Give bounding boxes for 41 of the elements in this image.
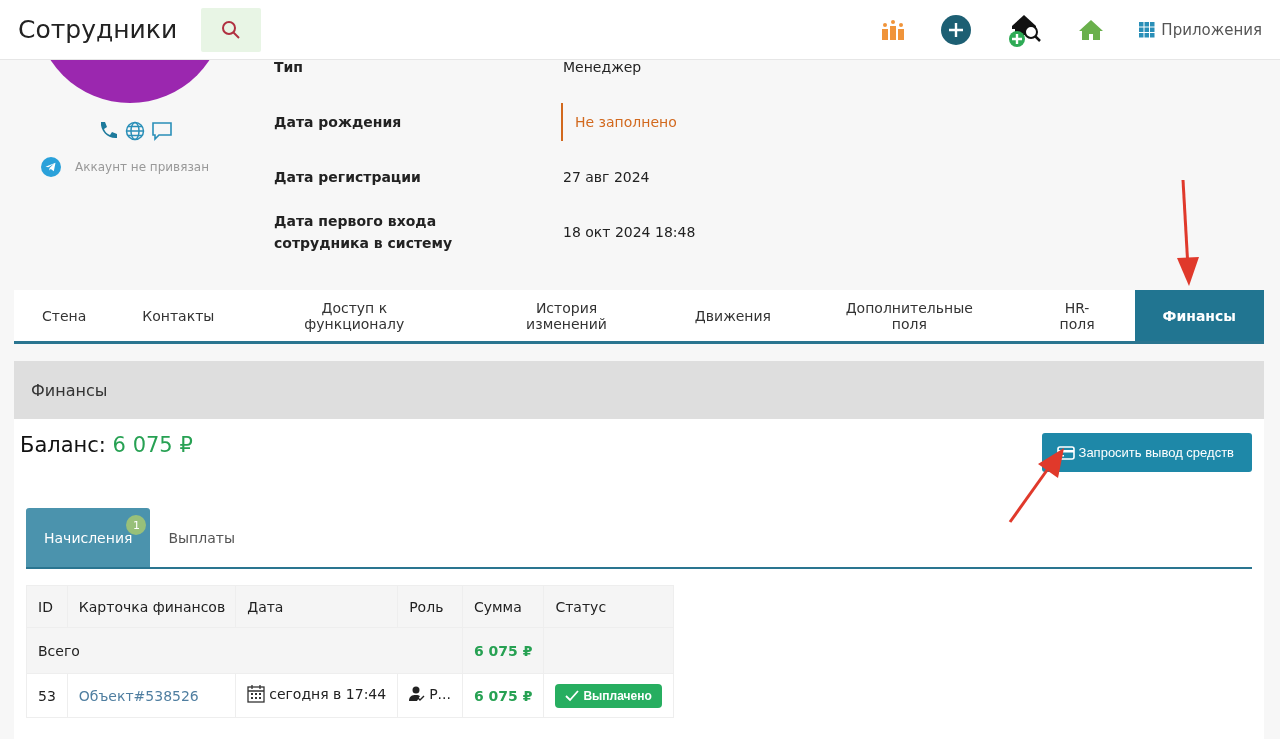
column-header: Карточка финансов	[67, 585, 236, 628]
field-value: Менеджер	[563, 59, 642, 75]
role-text: Р...	[429, 686, 451, 702]
calendar-icon	[247, 685, 266, 703]
telegram-status: Аккаунт не привязан	[75, 160, 209, 174]
column-header: Роль	[397, 585, 463, 628]
column-header: ID	[26, 585, 68, 628]
table-cell: 53	[26, 673, 68, 718]
globe-icon[interactable]	[125, 121, 145, 141]
field-value: Не заполнено	[561, 102, 677, 141]
balance-text: Баланс: 6 075 ₽	[20, 433, 193, 457]
home-icon[interactable]	[1079, 18, 1104, 41]
apps-link[interactable]: Приложения	[1139, 20, 1262, 39]
field-label: Дата первого входа сотрудника в систему	[274, 211, 454, 253]
date-text: сегодня в 17:44	[269, 686, 387, 702]
column-header: Дата	[235, 585, 398, 628]
field-value: 27 авг 2024	[563, 168, 650, 185]
field-label: Дата рождения	[274, 112, 403, 132]
search-button[interactable]	[201, 7, 262, 52]
search-icon	[221, 19, 242, 40]
status-badge: Выплачено	[555, 683, 662, 708]
field-label: Тип	[274, 58, 305, 77]
table-cell: 6 075 ₽	[462, 673, 544, 718]
column-header: Сумма	[462, 585, 544, 628]
telegram-icon	[41, 157, 61, 177]
add-icon[interactable]	[941, 14, 972, 45]
column-header: Статус	[543, 585, 674, 628]
tab[interactable]: Финансы	[1134, 290, 1264, 341]
table-cell: 6 075 ₽	[462, 627, 544, 674]
field-label: Дата регистрации	[274, 167, 422, 187]
user-check-icon	[409, 686, 426, 702]
grid-icon	[1139, 21, 1156, 38]
check-icon	[565, 689, 580, 702]
chat-icon[interactable]	[151, 121, 173, 141]
panel-title: Финансы	[31, 380, 108, 400]
withdraw-button[interactable]: Запросить вывод средств	[1041, 433, 1252, 472]
page-title: Сотрудники	[18, 15, 178, 44]
count-badge: 1	[126, 515, 147, 535]
field-value: 18 окт 2024 18:48	[563, 223, 696, 240]
table-cell: Всего	[26, 627, 463, 674]
bar-chart-icon[interactable]	[881, 19, 906, 40]
